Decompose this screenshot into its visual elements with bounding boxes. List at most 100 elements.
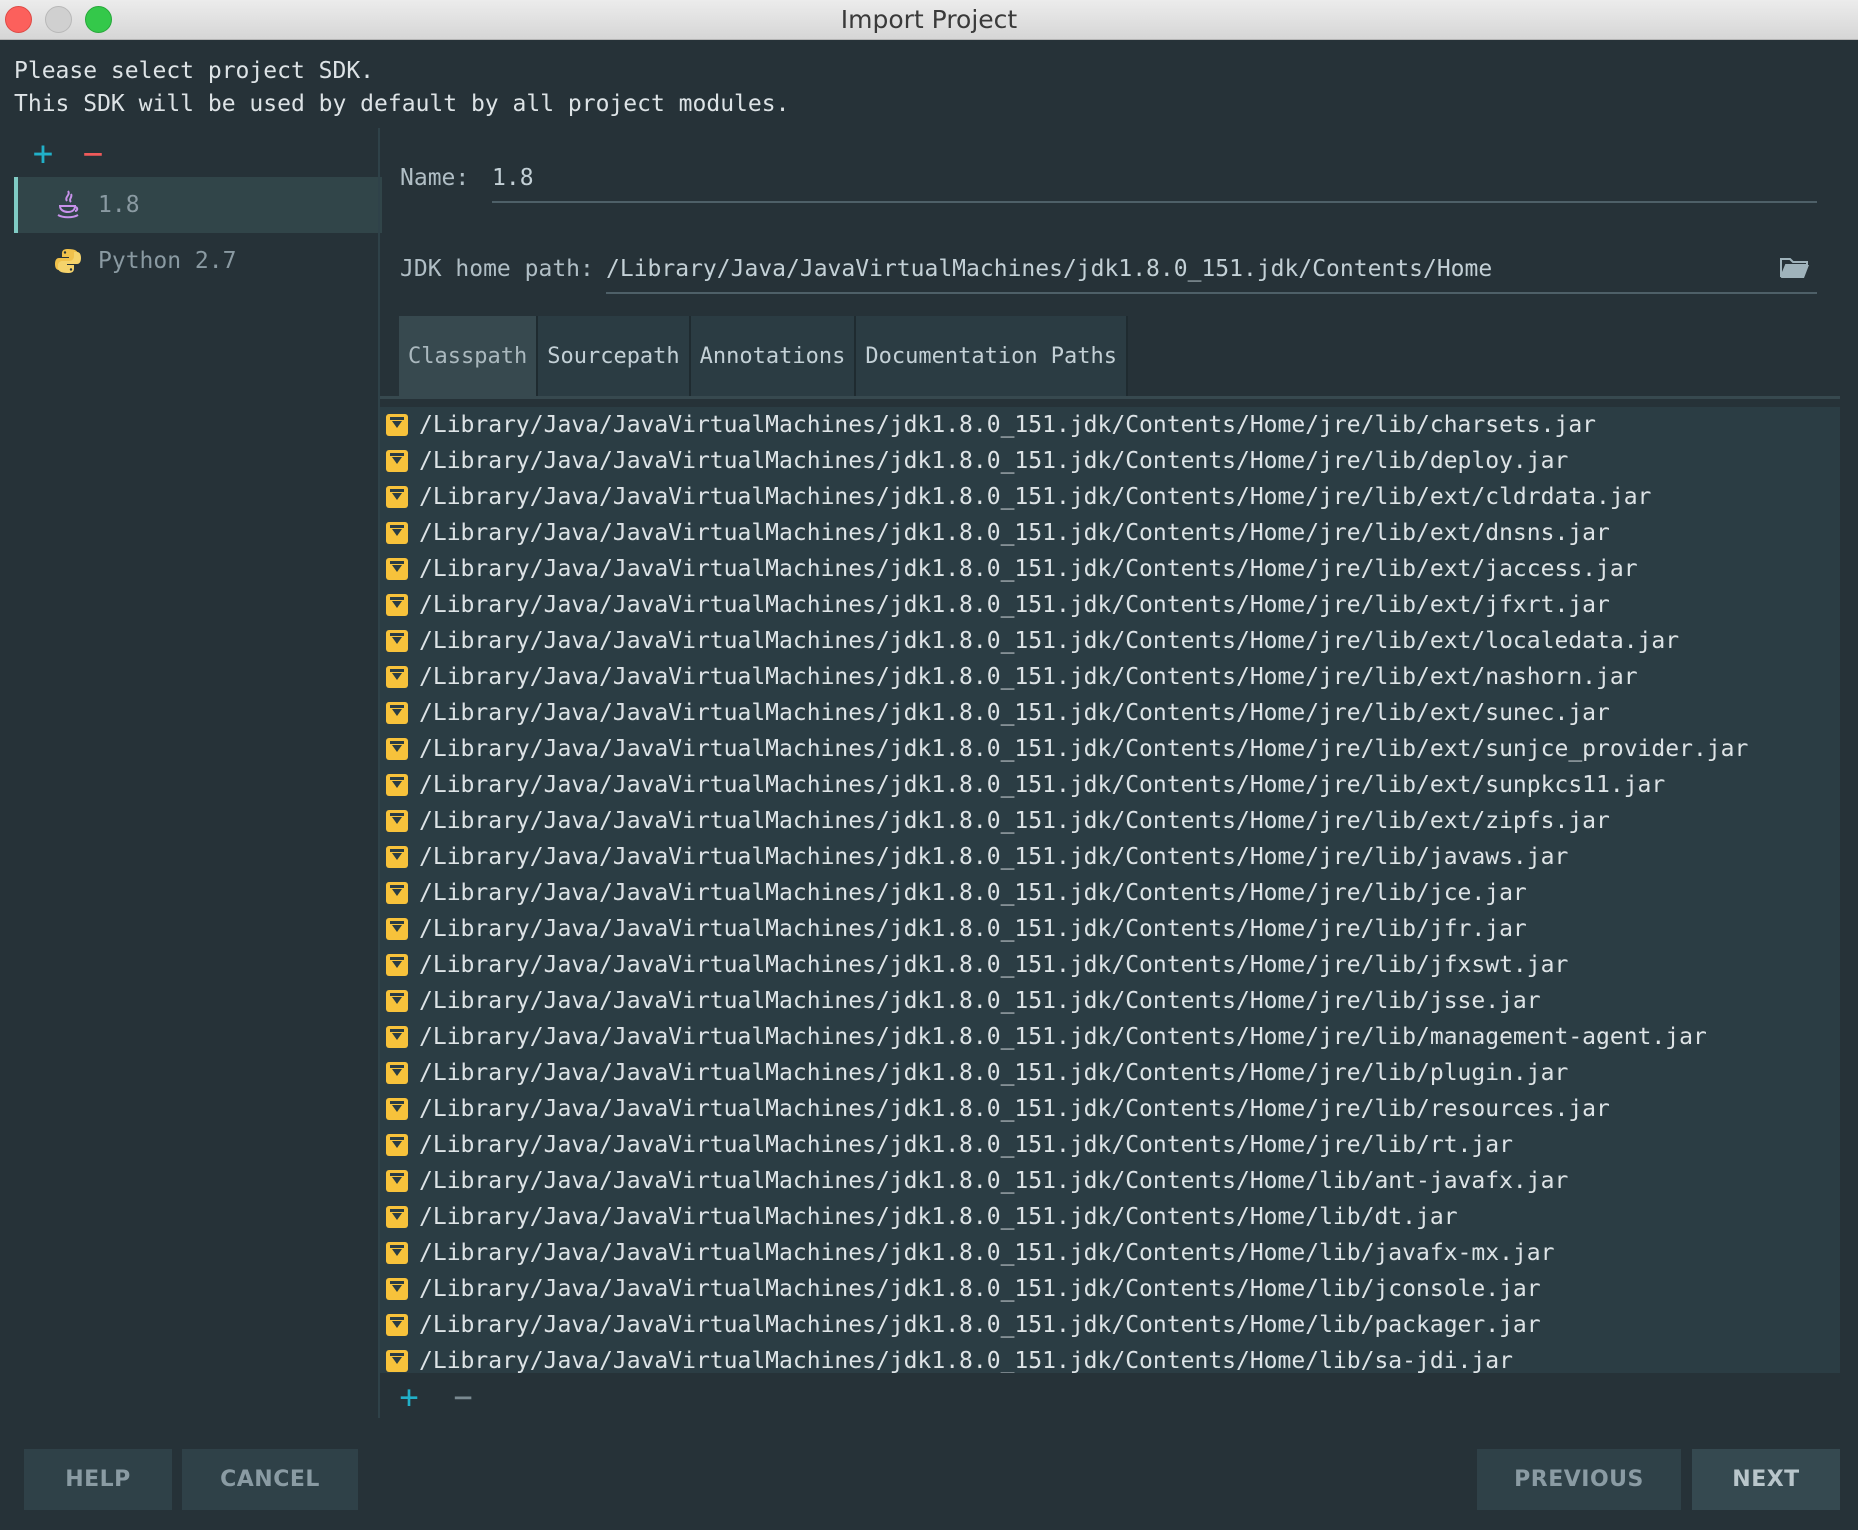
jar-icon [386,630,408,652]
jar-icon [386,810,408,832]
classpath-entry: /Library/Java/JavaVirtualMachines/jdk1.8… [419,844,1569,870]
jar-icon [386,738,408,760]
jar-icon [386,918,408,940]
jar-icon [386,594,408,616]
help-button[interactable]: HELP [24,1449,172,1510]
jdk-home-path-label: JDK home path: [400,256,594,282]
classpath-row[interactable]: /Library/Java/JavaVirtualMachines/jdk1.8… [380,911,1840,947]
sdk-list-panel: + − 1.8 Python 2.7 [0,128,382,1418]
jar-icon [386,702,408,724]
classpath-entry: /Library/Java/JavaVirtualMachines/jdk1.8… [419,1312,1541,1338]
jar-icon [386,1170,408,1192]
jar-icon [386,774,408,796]
next-button[interactable]: NEXT [1692,1449,1840,1510]
classpath-row[interactable]: /Library/Java/JavaVirtualMachines/jdk1.8… [380,1055,1840,1091]
sdk-toolbar: + − [28,136,108,172]
classpath-entry: /Library/Java/JavaVirtualMachines/jdk1.8… [419,556,1638,582]
classpath-entry: /Library/Java/JavaVirtualMachines/jdk1.8… [419,988,1541,1014]
classpath-entry: /Library/Java/JavaVirtualMachines/jdk1.8… [419,664,1638,690]
classpath-entry: /Library/Java/JavaVirtualMachines/jdk1.8… [419,1204,1458,1230]
jar-icon [386,450,408,472]
tab-documentation-paths[interactable]: Documentation Paths [856,316,1129,396]
classpath-row[interactable]: /Library/Java/JavaVirtualMachines/jdk1.8… [380,1199,1840,1235]
sdk-item-python-2-7[interactable]: Python 2.7 [14,233,378,289]
tab-sourcepath[interactable]: Sourcepath [538,316,691,396]
classpath-row[interactable]: /Library/Java/JavaVirtualMachines/jdk1.8… [380,1343,1840,1373]
sdk-tabs: Classpath Sourcepath Annotations Documen… [399,316,1129,396]
jar-icon [386,1206,408,1228]
remove-classpath-button[interactable]: − [448,1381,478,1413]
classpath-entry: /Library/Java/JavaVirtualMachines/jdk1.8… [419,448,1569,474]
intro-text: Please select project SDK. This SDK will… [14,55,789,121]
classpath-row[interactable]: /Library/Java/JavaVirtualMachines/jdk1.8… [380,659,1840,695]
sdk-item-label: Python 2.7 [98,248,237,274]
intro-line-1: Please select project SDK. [14,58,375,84]
jdk-home-path-field[interactable]: /Library/Java/JavaVirtualMachines/jdk1.8… [606,256,1817,294]
classpath-entry: /Library/Java/JavaVirtualMachines/jdk1.8… [419,1240,1555,1266]
classpath-row[interactable]: /Library/Java/JavaVirtualMachines/jdk1.8… [380,515,1840,551]
classpath-toolbar: + − [394,1381,478,1413]
jar-icon [386,1278,408,1300]
classpath-entry: /Library/Java/JavaVirtualMachines/jdk1.8… [419,412,1597,438]
classpath-row[interactable]: /Library/Java/JavaVirtualMachines/jdk1.8… [380,551,1840,587]
sdk-item-label: 1.8 [98,192,140,218]
tab-classpath[interactable]: Classpath [399,316,539,396]
classpath-entry: /Library/Java/JavaVirtualMachines/jdk1.8… [419,916,1527,942]
classpath-row[interactable]: /Library/Java/JavaVirtualMachines/jdk1.8… [380,479,1840,515]
classpath-row[interactable]: /Library/Java/JavaVirtualMachines/jdk1.8… [380,1091,1840,1127]
classpath-entry: /Library/Java/JavaVirtualMachines/jdk1.8… [419,1348,1513,1373]
jar-icon [386,990,408,1012]
tab-annotations[interactable]: Annotations [690,316,857,396]
jar-icon [386,522,408,544]
name-label: Name: [400,165,470,191]
classpath-row[interactable]: /Library/Java/JavaVirtualMachines/jdk1.8… [380,947,1840,983]
classpath-entry: /Library/Java/JavaVirtualMachines/jdk1.8… [419,880,1527,906]
classpath-row[interactable]: /Library/Java/JavaVirtualMachines/jdk1.8… [380,875,1840,911]
remove-sdk-button[interactable]: − [78,137,108,171]
add-classpath-button[interactable]: + [394,1381,424,1413]
name-field[interactable]: 1.8 [492,165,1817,203]
jar-icon [386,1098,408,1120]
classpath-row[interactable]: /Library/Java/JavaVirtualMachines/jdk1.8… [380,803,1840,839]
tab-underline [380,396,1840,399]
classpath-entry: /Library/Java/JavaVirtualMachines/jdk1.8… [419,628,1680,654]
classpath-list[interactable]: /Library/Java/JavaVirtualMachines/jdk1.8… [380,407,1840,1373]
classpath-entry: /Library/Java/JavaVirtualMachines/jdk1.8… [419,952,1569,978]
classpath-row[interactable]: /Library/Java/JavaVirtualMachines/jdk1.8… [380,623,1840,659]
classpath-row[interactable]: /Library/Java/JavaVirtualMachines/jdk1.8… [380,1271,1840,1307]
classpath-entry: /Library/Java/JavaVirtualMachines/jdk1.8… [419,1060,1569,1086]
classpath-row[interactable]: /Library/Java/JavaVirtualMachines/jdk1.8… [380,1163,1840,1199]
window-title: Import Project [840,5,1018,34]
classpath-entry: /Library/Java/JavaVirtualMachines/jdk1.8… [419,736,1749,762]
classpath-entry: /Library/Java/JavaVirtualMachines/jdk1.8… [419,520,1610,546]
classpath-row[interactable]: /Library/Java/JavaVirtualMachines/jdk1.8… [380,1307,1840,1343]
jar-icon [386,1062,408,1084]
classpath-row[interactable]: /Library/Java/JavaVirtualMachines/jdk1.8… [380,587,1840,623]
classpath-row[interactable]: /Library/Java/JavaVirtualMachines/jdk1.8… [380,983,1840,1019]
add-sdk-button[interactable]: + [28,137,58,171]
classpath-row[interactable]: /Library/Java/JavaVirtualMachines/jdk1.8… [380,1127,1840,1163]
classpath-entry: /Library/Java/JavaVirtualMachines/jdk1.8… [419,772,1666,798]
jar-icon [386,666,408,688]
classpath-row[interactable]: /Library/Java/JavaVirtualMachines/jdk1.8… [380,767,1840,803]
classpath-row[interactable]: /Library/Java/JavaVirtualMachines/jdk1.8… [380,443,1840,479]
jar-icon [386,1242,408,1264]
classpath-entry: /Library/Java/JavaVirtualMachines/jdk1.8… [419,1024,1707,1050]
cancel-button[interactable]: CANCEL [182,1449,358,1510]
classpath-row[interactable]: /Library/Java/JavaVirtualMachines/jdk1.8… [380,731,1840,767]
previous-button[interactable]: PREVIOUS [1477,1449,1681,1510]
classpath-entry: /Library/Java/JavaVirtualMachines/jdk1.8… [419,1132,1513,1158]
sdk-item-1-8[interactable]: 1.8 [14,177,382,233]
classpath-row[interactable]: /Library/Java/JavaVirtualMachines/jdk1.8… [380,695,1840,731]
classpath-row[interactable]: /Library/Java/JavaVirtualMachines/jdk1.8… [380,1019,1840,1055]
java-icon [52,189,84,221]
classpath-row[interactable]: /Library/Java/JavaVirtualMachines/jdk1.8… [380,839,1840,875]
classpath-entry: /Library/Java/JavaVirtualMachines/jdk1.8… [419,592,1610,618]
jar-icon [386,846,408,868]
classpath-entry: /Library/Java/JavaVirtualMachines/jdk1.8… [419,1276,1541,1302]
folder-icon[interactable] [1780,256,1812,282]
classpath-row[interactable]: /Library/Java/JavaVirtualMachines/jdk1.8… [380,1235,1840,1271]
classpath-row[interactable]: /Library/Java/JavaVirtualMachines/jdk1.8… [380,407,1840,443]
classpath-entry: /Library/Java/JavaVirtualMachines/jdk1.8… [419,808,1610,834]
classpath-entry: /Library/Java/JavaVirtualMachines/jdk1.8… [419,1168,1569,1194]
